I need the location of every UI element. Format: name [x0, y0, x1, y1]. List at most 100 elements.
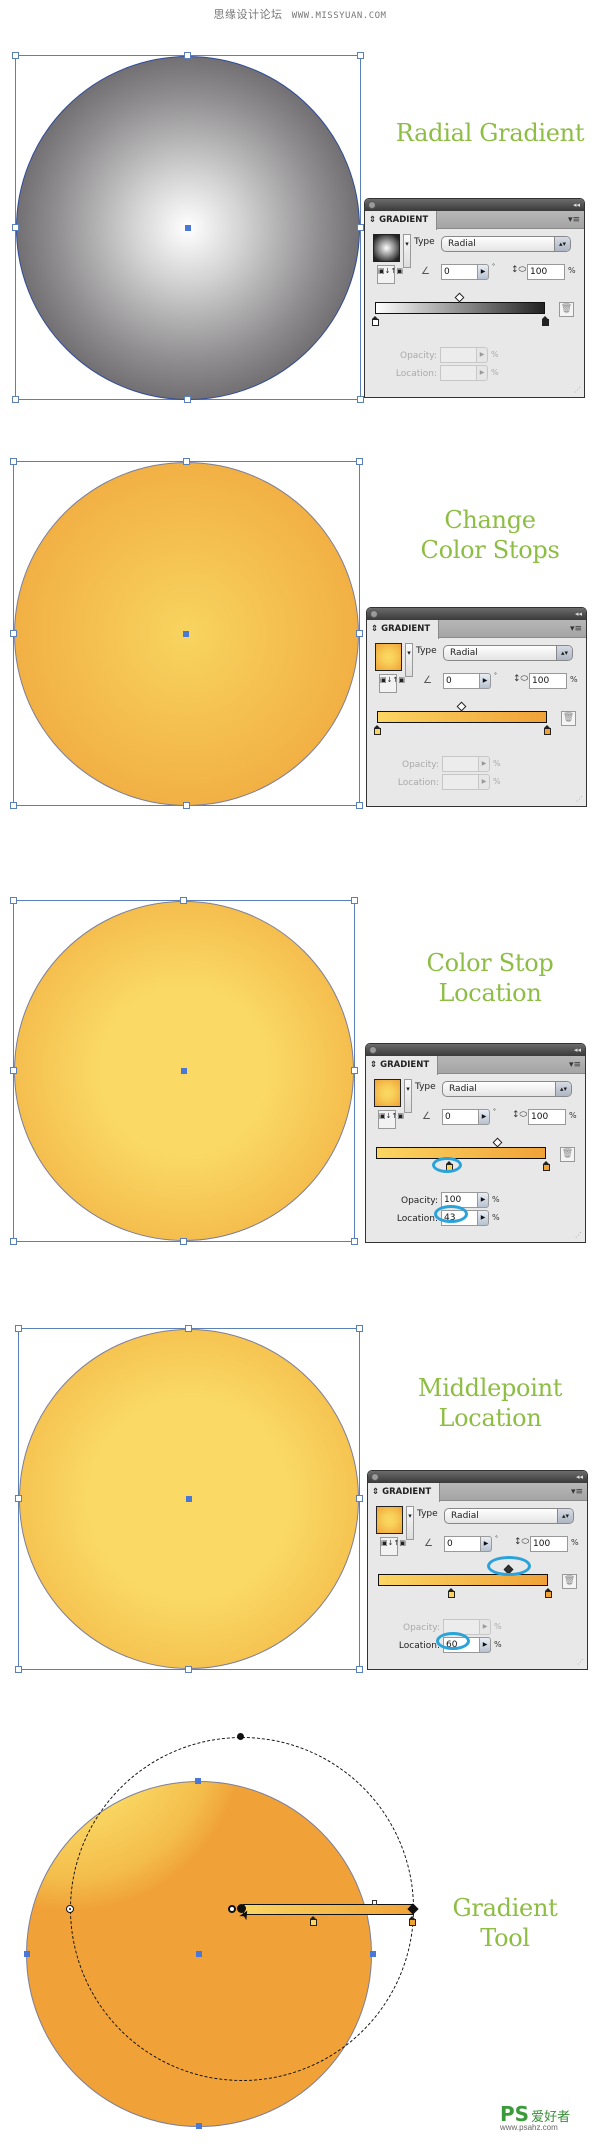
type-select[interactable]: Radial ▴▾	[441, 236, 571, 252]
resize-handle-bl[interactable]	[12, 396, 19, 403]
opacity-stepper-button[interactable]: ▶	[479, 1619, 491, 1635]
color-stop[interactable]	[544, 1588, 552, 1598]
close-icon[interactable]	[368, 201, 376, 209]
angle-stepper-button[interactable]: ▶	[479, 673, 491, 689]
resize-handle-r[interactable]	[351, 1067, 358, 1074]
resize-grip-icon[interactable]: ⋰	[577, 1658, 584, 1666]
resize-handle-tl[interactable]	[10, 458, 17, 465]
collapse-icon[interactable]: ◂◂	[573, 199, 580, 211]
delete-stop-button[interactable]: 🗑	[560, 1147, 575, 1162]
delete-stop-button[interactable]: 🗑	[559, 302, 574, 317]
panel-titlebar[interactable]: ◂◂	[367, 608, 586, 620]
location-input[interactable]	[442, 774, 479, 790]
color-stop[interactable]	[371, 316, 379, 326]
annotator-color-stop[interactable]	[310, 1916, 317, 1926]
resize-handle-br[interactable]	[356, 802, 363, 809]
collapse-icon[interactable]: ◂◂	[575, 608, 582, 620]
type-select[interactable]: Radial ▴▾	[443, 645, 573, 661]
panel-titlebar[interactable]: ◂◂	[368, 1471, 587, 1483]
tab-gradient[interactable]: ⇕ GRADIENT	[365, 211, 437, 230]
gradient-swatch[interactable]	[374, 1079, 401, 1107]
resize-handle-tl[interactable]	[12, 52, 19, 59]
gradient-swatch[interactable]	[375, 643, 402, 671]
panel-menu-icon[interactable]: ▾≡	[568, 211, 580, 229]
gradient-slider[interactable]	[378, 1574, 548, 1586]
resize-grip-icon[interactable]: ⋰	[574, 386, 581, 394]
anchor-point-bottom[interactable]	[196, 2123, 202, 2129]
close-icon[interactable]	[371, 1473, 379, 1481]
resize-handle-br[interactable]	[351, 1238, 358, 1245]
type-select[interactable]: Radial ▴▾	[442, 1081, 572, 1097]
aspect-ratio-input[interactable]: 100	[529, 673, 567, 689]
resize-handle-tr[interactable]	[351, 897, 358, 904]
resize-handle-t[interactable]	[185, 1325, 192, 1332]
resize-handle-b[interactable]	[184, 396, 191, 403]
angle-stepper-button[interactable]: ▶	[477, 264, 489, 280]
location-stepper-button[interactable]: ▶	[477, 1210, 489, 1226]
gradient-swatch[interactable]	[376, 1506, 403, 1534]
swatch-dropdown-button[interactable]: ▾	[405, 643, 413, 677]
resize-handle-tr[interactable]	[356, 458, 363, 465]
resize-handle-bl[interactable]	[15, 1666, 22, 1673]
color-stop[interactable]	[541, 316, 549, 326]
resize-handle-b[interactable]	[183, 802, 190, 809]
resize-grip-icon[interactable]: ⋰	[575, 1231, 582, 1239]
resize-handle-l[interactable]	[10, 630, 17, 637]
resize-handle-t[interactable]	[183, 458, 190, 465]
resize-handle-t[interactable]	[184, 52, 191, 59]
resize-handle-l[interactable]	[12, 224, 19, 231]
close-icon[interactable]	[370, 610, 378, 618]
reverse-gradient-button[interactable]: ▣↓↑▣	[380, 1537, 406, 1556]
color-stop[interactable]	[373, 725, 381, 735]
opacity-input[interactable]	[440, 347, 477, 363]
resize-handle-t[interactable]	[180, 897, 187, 904]
location-stepper-button[interactable]: ▶	[478, 774, 490, 790]
resize-handle-l[interactable]	[15, 1495, 22, 1502]
color-stop[interactable]	[542, 1161, 550, 1171]
swatch-dropdown-button[interactable]: ▾	[404, 1079, 412, 1113]
annotator-origin-handle[interactable]	[228, 1905, 236, 1913]
midpoint-handle[interactable]	[456, 701, 467, 712]
gradient-swatch[interactable]	[373, 234, 400, 262]
panel-menu-icon[interactable]: ▾≡	[569, 1056, 581, 1074]
resize-handle-b[interactable]	[180, 1238, 187, 1245]
center-point[interactable]	[183, 631, 189, 637]
location-stepper-button[interactable]: ▶	[479, 1637, 491, 1653]
panel-menu-icon[interactable]: ▾≡	[570, 620, 582, 638]
color-stop[interactable]	[543, 725, 551, 735]
gradient-annotator-bar[interactable]	[243, 1904, 414, 1915]
collapse-icon[interactable]: ◂◂	[576, 1471, 583, 1483]
angle-input[interactable]: 0	[441, 264, 478, 280]
reverse-gradient-button[interactable]: ▣↓↑▣	[378, 1110, 404, 1129]
reverse-gradient-button[interactable]: ▣↓↑▣	[379, 674, 405, 693]
center-point[interactable]	[186, 1496, 192, 1502]
close-icon[interactable]	[369, 1046, 377, 1054]
resize-handle-r[interactable]	[356, 1495, 363, 1502]
opacity-stepper-button[interactable]: ▶	[476, 347, 488, 363]
color-stop[interactable]	[447, 1588, 455, 1598]
resize-handle-bl[interactable]	[10, 1238, 17, 1245]
resize-handle-b[interactable]	[185, 1666, 192, 1673]
radius-handle-left[interactable]	[66, 1905, 74, 1913]
angle-stepper-button[interactable]: ▶	[478, 1109, 490, 1125]
angle-input[interactable]: 0	[443, 673, 480, 689]
angle-input[interactable]: 0	[444, 1536, 481, 1552]
resize-handle-tr[interactable]	[357, 52, 364, 59]
radius-handle-top[interactable]	[237, 1733, 244, 1740]
opacity-stepper-button[interactable]: ▶	[478, 756, 490, 772]
midpoint-handle[interactable]	[492, 1137, 502, 1148]
resize-handle-br[interactable]	[357, 396, 364, 403]
resize-handle-br[interactable]	[356, 1666, 363, 1673]
tab-gradient[interactable]: ⇕ GRADIENT	[368, 1483, 440, 1502]
aspect-ratio-input[interactable]: 100	[528, 1109, 566, 1125]
panel-menu-icon[interactable]: ▾≡	[571, 1483, 583, 1501]
delete-stop-button[interactable]: 🗑	[562, 1574, 577, 1589]
resize-handle-bl[interactable]	[10, 802, 17, 809]
tab-gradient[interactable]: ⇕ GRADIENT	[367, 620, 439, 639]
panel-titlebar[interactable]: ◂◂	[366, 1044, 585, 1056]
location-input[interactable]	[440, 365, 477, 381]
center-point[interactable]	[181, 1068, 187, 1074]
midpoint-handle[interactable]	[454, 292, 465, 303]
location-stepper-button[interactable]: ▶	[476, 365, 488, 381]
resize-handle-r[interactable]	[356, 630, 363, 637]
